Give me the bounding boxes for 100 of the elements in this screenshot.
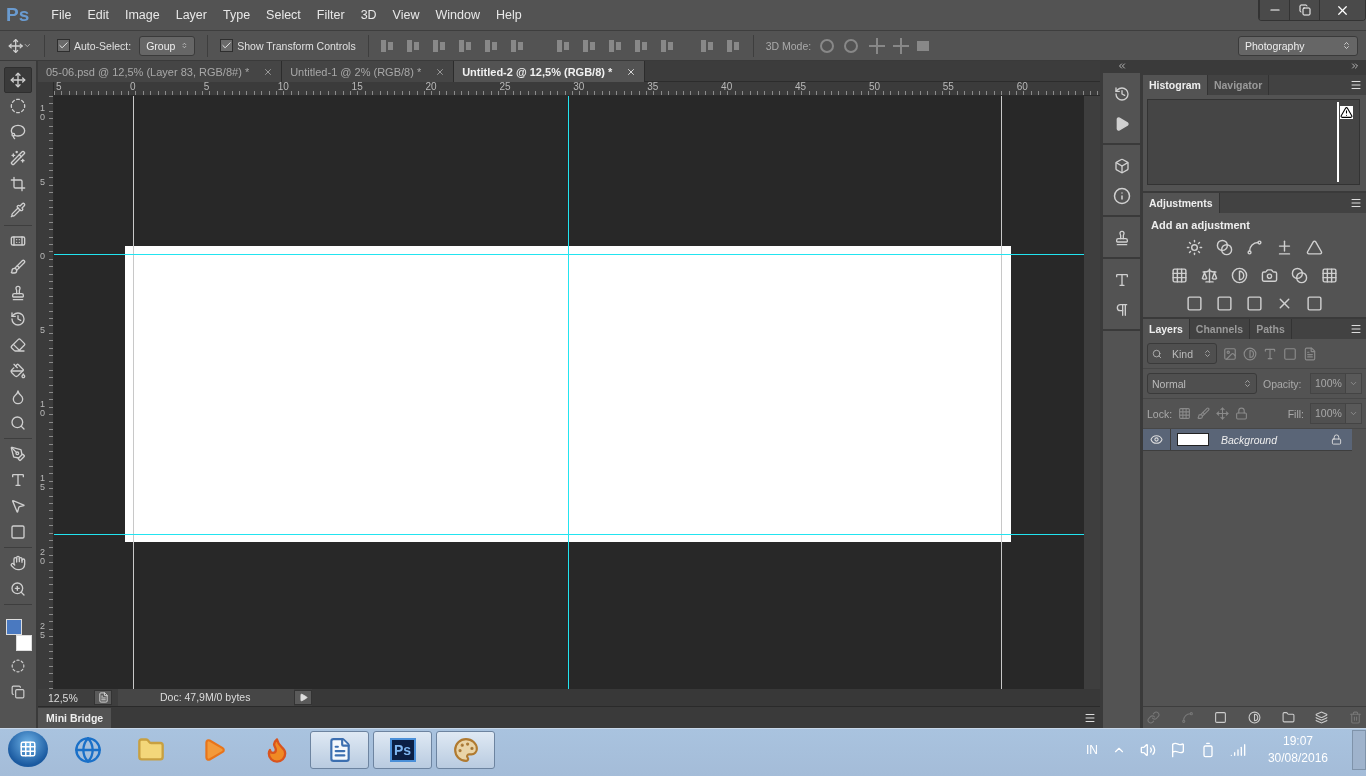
menu-item[interactable]: Help (487, 8, 530, 22)
panel-menu-icon[interactable] (1350, 323, 1362, 335)
check-icon (58, 40, 69, 51)
document-tab[interactable]: Untitled-1 @ 2% (RGB/8) * (282, 61, 455, 82)
menu-item[interactable]: Edit (79, 8, 117, 22)
menu-item[interactable]: Filter (308, 8, 353, 22)
bandage-icon (10, 233, 26, 249)
square-icon (1214, 711, 1228, 724)
table-icon (1321, 266, 1338, 284)
app-logo: Ps (6, 4, 30, 26)
menu-item[interactable]: Select (258, 8, 309, 22)
close-icon[interactable] (626, 66, 637, 77)
scales-icon (1201, 266, 1218, 284)
target-dropdown[interactable]: Group (139, 35, 196, 56)
menu-item[interactable]: Layer (167, 8, 215, 22)
updown-icon (1342, 41, 1351, 50)
ruler-label: 25 (499, 82, 511, 92)
circles-icon (1216, 238, 1233, 256)
close-icon[interactable] (435, 66, 446, 77)
type-icon (1113, 272, 1130, 288)
auto-select-checkbox[interactable]: Auto-Select: (57, 39, 132, 52)
play-icon (298, 693, 308, 702)
ruler-label: 50 (868, 82, 880, 92)
grid-icon (1171, 266, 1188, 284)
workspace-dropdown[interactable]: Photography (1238, 35, 1358, 56)
ruler-label: 20 (425, 82, 437, 92)
search-icon (1152, 348, 1162, 359)
menu-item[interactable]: Image (116, 8, 168, 22)
pointer-icon (10, 498, 26, 514)
menu-item[interactable]: Window (427, 8, 488, 22)
restore-button[interactable] (1289, 0, 1319, 20)
menu-item[interactable]: View (384, 8, 428, 22)
document-icon (97, 692, 109, 703)
dashed-circle-icon (11, 659, 25, 673)
paint-bucket-icon (10, 363, 26, 379)
background-swatch[interactable] (16, 635, 32, 651)
layer-row[interactable]: Background (1143, 429, 1352, 451)
start-button[interactable] (8, 731, 48, 767)
blend-mode-dropdown[interactable]: Normal (1147, 373, 1257, 394)
zoom-level: 12,5% (47, 691, 79, 704)
menu-item[interactable]: 3D (352, 8, 385, 22)
expand-icon[interactable] (1350, 61, 1360, 71)
half-circle-icon (1231, 266, 1248, 284)
document-tab[interactable]: Untitled-2 @ 12,5% (RGB/8) * (454, 61, 646, 82)
collapse-icon[interactable] (1116, 61, 1127, 71)
folder-icon (136, 736, 165, 764)
ruler-label: 5 (40, 178, 46, 187)
ruler-label: 0 (129, 82, 136, 92)
panel-menu-icon[interactable] (1084, 711, 1096, 724)
restore-icon (1298, 4, 1311, 16)
export-button[interactable] (94, 690, 112, 705)
taskbar-app[interactable]: Ps (373, 731, 432, 769)
hand-icon (10, 555, 26, 571)
ruler-label: 10 (40, 104, 46, 122)
panel-tab[interactable]: Adjustments (1143, 193, 1220, 213)
circles-icon (1291, 266, 1308, 284)
magnifier-icon (10, 415, 26, 431)
ruler-label: 5 (203, 82, 210, 92)
panel-tab[interactable]: Channels (1189, 319, 1251, 339)
lock-label: Lock: (1147, 407, 1173, 420)
updown-icon (1203, 349, 1212, 358)
eraser-icon (10, 337, 26, 353)
palette-icon (452, 737, 479, 763)
fill-label: Fill: (1287, 407, 1304, 420)
taskbar-app[interactable] (310, 731, 369, 769)
panel-tab[interactable]: Histogram (1143, 75, 1208, 95)
layer-name: Background (1221, 433, 1279, 446)
panel-tab[interactable]: Navigator (1207, 75, 1270, 95)
updown-icon (1243, 379, 1252, 388)
menu-item[interactable]: File (43, 8, 80, 22)
windows-icon (11, 685, 25, 699)
panel-tab[interactable]: Layers (1143, 319, 1190, 339)
foreground-swatch[interactable] (6, 619, 22, 635)
half-circle-icon (1248, 711, 1261, 724)
wand-icon (10, 150, 26, 166)
taskbar-app[interactable] (436, 731, 495, 769)
transform-controls-checkbox[interactable]: Show Transform Controls (220, 39, 356, 52)
document-tab[interactable]: 05-06.psd @ 12,5% (Layer 83, RGB/8#) * (38, 61, 283, 82)
ruler-label: 20 (40, 548, 46, 566)
mini-bridge-tab[interactable]: Mini Bridge (38, 708, 112, 728)
move-tool[interactable] (4, 67, 32, 93)
minimize-button[interactable] (1259, 0, 1289, 20)
link-icon (1147, 711, 1161, 724)
panel-tab[interactable]: Paths (1250, 319, 1292, 339)
eyedropper-icon (10, 202, 26, 218)
move-icon (8, 37, 24, 54)
document-info: Doc: 47,9M/0 bytes (118, 689, 294, 706)
warning-icon (1340, 106, 1353, 119)
plus-minus-icon (1276, 238, 1293, 256)
menu-item[interactable]: Type (215, 8, 259, 22)
stamp-icon (10, 285, 26, 301)
droplet-icon (10, 389, 26, 405)
close-button[interactable] (1319, 0, 1365, 20)
close-icon[interactable] (263, 66, 274, 77)
status-menu-button[interactable] (294, 690, 312, 705)
filter-dropdown[interactable]: Kind (1147, 343, 1217, 364)
checker-icon[interactable] (1178, 407, 1192, 420)
panel-menu-icon[interactable] (1350, 197, 1362, 209)
panel-menu-icon[interactable] (1350, 79, 1362, 91)
ruler-label: 35 (647, 82, 659, 92)
